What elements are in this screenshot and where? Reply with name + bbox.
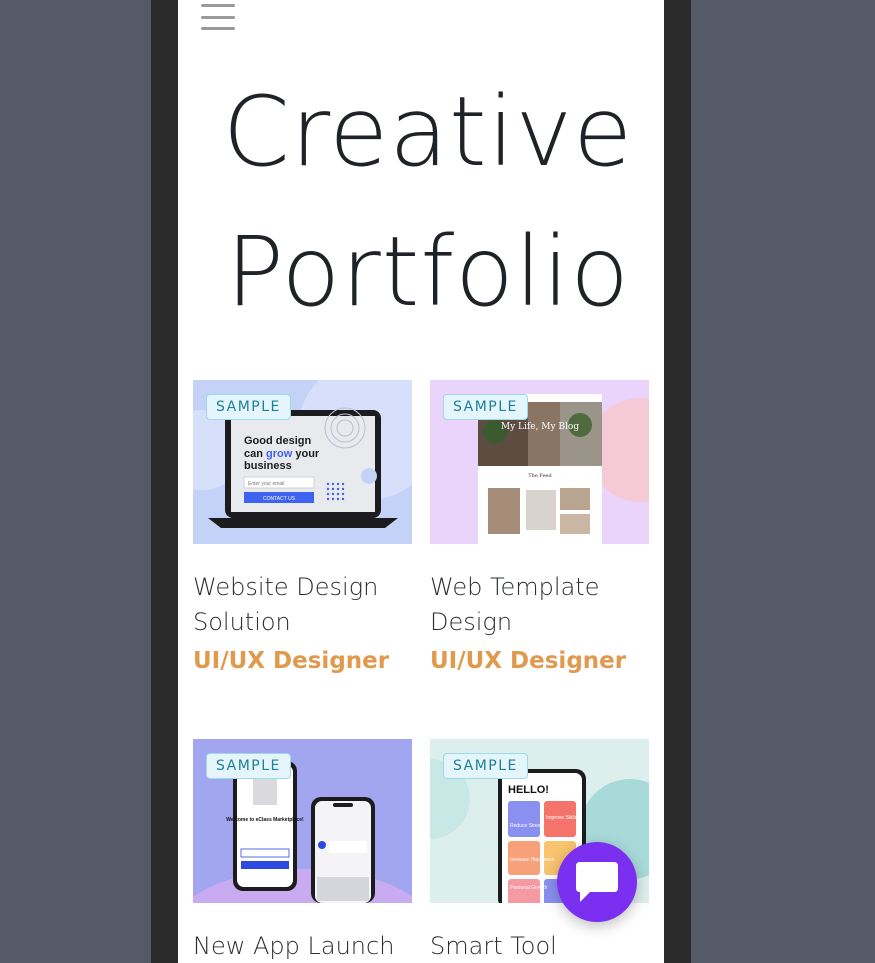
svg-text:can grow your: can grow your [244,448,320,460]
svg-text:business: business [244,460,292,472]
hamburger-menu-icon[interactable] [201,4,235,30]
card-title[interactable]: Web Template Design [430,570,649,640]
card-role: UI/UX Designer [430,648,627,674]
svg-text:Reduce Stress: Reduce Stress [510,823,543,829]
card-thumbnail[interactable]: My Life, My Blog The Feed SAMPLE [430,380,649,544]
chat-button[interactable] [557,842,637,922]
card-title[interactable]: Smart Tool [430,929,649,963]
svg-text:The Feed: The Feed [528,473,552,479]
svg-text:Enter your email: Enter your email [248,481,284,487]
svg-text:My Life, My Blog: My Life, My Blog [501,422,579,432]
page-title: Creative Portfolio [222,76,634,328]
card-thumbnail[interactable]: Good design can grow your business Enter… [193,380,412,544]
chat-bubble-icon [576,862,618,902]
portfolio-card[interactable]: Good design can grow your business Enter… [193,380,412,674]
sample-badge: SAMPLE [443,753,528,779]
sample-badge: SAMPLE [443,394,528,420]
sample-badge: SAMPLE [206,394,291,420]
svg-text:Increase Happiness: Increase Happiness [510,857,555,863]
card-title[interactable]: Website Design Solution [193,570,412,640]
svg-text:HELLO!: HELLO! [508,784,549,796]
card-role: UI/UX Designer [193,648,390,674]
page-screen: Creative Portfolio Good design can grow … [178,0,664,963]
svg-text:Good design: Good design [244,435,312,447]
svg-text:CONTACT US: CONTACT US [263,496,296,502]
card-thumbnail[interactable]: Welcome to eClass Marketplace! SAMPLE [193,739,412,903]
portfolio-card[interactable]: Welcome to eClass Marketplace! SAMPLE Ne… [193,739,412,963]
svg-text:Personal Growth: Personal Growth [510,885,547,891]
svg-text:Improve Skills: Improve Skills [546,815,578,821]
sample-badge: SAMPLE [206,753,291,779]
card-title[interactable]: New App Launch [193,929,412,963]
svg-text:Welcome to eClass Marketplace!: Welcome to eClass Marketplace! [226,817,304,823]
portfolio-card[interactable]: My Life, My Blog The Feed SAMPLE Web Tem… [430,380,649,674]
